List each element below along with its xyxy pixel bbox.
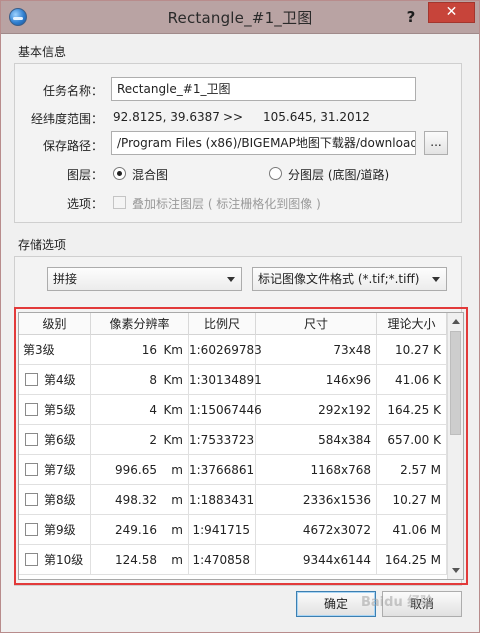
storage-section-label: 存储选项 [18, 238, 67, 252]
title-bar[interactable]: Rectangle_#1_卫图 ? ✕ [1, 1, 479, 34]
watermark: Baidu 经验 [361, 595, 434, 610]
chevron-down-icon [227, 277, 235, 282]
range-from-value: 92.8125, 39.6387 [113, 110, 220, 124]
save-path-input[interactable]: /Program Files (x86)/BIGEMAP地图下载器/downlo… [111, 131, 416, 155]
format-select[interactable]: 标记图像文件格式 (*.tif;*.tiff) [252, 267, 447, 291]
layer-split-label[interactable]: 分图层 (底图/道路) [288, 166, 389, 183]
stitch-mode-select[interactable]: 拼接 [47, 267, 242, 291]
export-dialog: Rectangle_#1_卫图 ? ✕ 基本信息 任务名称： Rectangle… [0, 0, 480, 633]
task-name-label: 任务名称： [42, 84, 103, 98]
overlay-label-text: 叠加标注图层 ( 标注栅格化到图像 ) [132, 197, 321, 211]
overlay-label-checkbox[interactable] [113, 196, 126, 209]
layer-label: 图层： [66, 168, 103, 182]
highlight-annotation [14, 307, 468, 585]
close-button[interactable]: ✕ [428, 2, 475, 23]
range-to-value: 105.645, 31.2012 [263, 110, 370, 124]
task-name-input[interactable]: Rectangle_#1_卫图 [111, 77, 416, 101]
range-arrow: >> [223, 110, 244, 124]
layer-mixed-radio[interactable] [113, 167, 126, 180]
browse-button[interactable]: ... [424, 131, 448, 155]
chevron-down-icon [432, 277, 440, 282]
stitch-mode-value: 拼接 [53, 272, 78, 286]
options-label: 选项： [66, 197, 103, 211]
format-value: 标记图像文件格式 (*.tif;*.tiff) [258, 272, 420, 286]
save-path-label: 保存路径： [42, 139, 103, 153]
range-label: 经纬度范围： [30, 112, 103, 126]
layer-split-radio[interactable] [269, 167, 282, 180]
layer-mixed-label[interactable]: 混合图 [132, 166, 168, 183]
basic-info-section-label: 基本信息 [18, 45, 67, 59]
help-button[interactable]: ? [397, 5, 425, 29]
